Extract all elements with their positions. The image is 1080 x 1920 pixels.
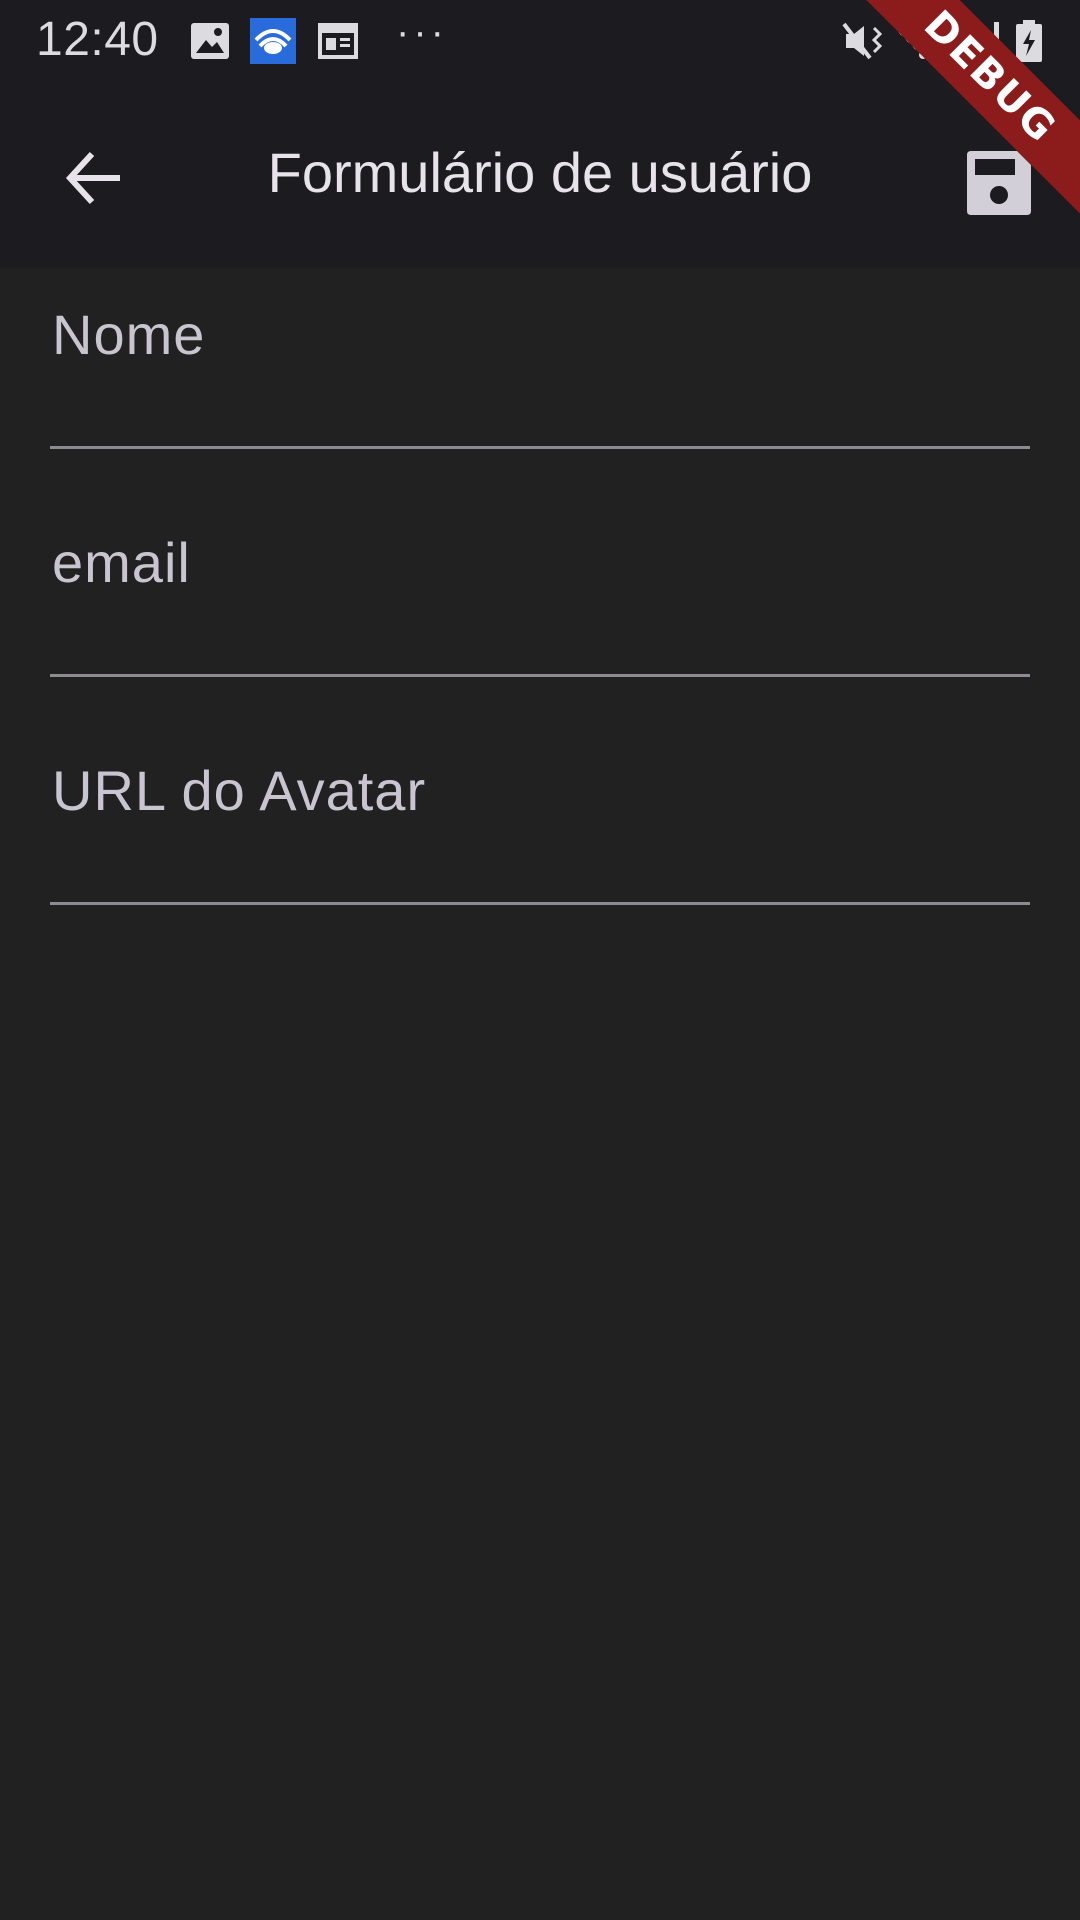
app-icon [250, 18, 296, 64]
user-form: Nome email URL do Avatar [50, 268, 1030, 952]
email-field-label: email [52, 531, 191, 594]
save-icon [967, 151, 1031, 215]
page-title: Formulário de usuário [267, 141, 813, 204]
battery-charging-icon [1016, 20, 1042, 62]
avatar-url-field-underline [50, 902, 1030, 905]
mute-icon [842, 22, 883, 60]
screen: 12:40 ··· DEBUG Formulário de usuário No… [0, 0, 1080, 1920]
name-field[interactable]: Nome [50, 268, 1030, 496]
status-time: 12:40 [36, 13, 159, 66]
more-notifications-indicator: ··· [396, 10, 448, 54]
avatar-url-field[interactable]: URL do Avatar [50, 724, 1030, 952]
email-field-underline [50, 674, 1030, 677]
image-icon [191, 23, 229, 59]
news-icon [318, 23, 358, 59]
name-field-underline [50, 446, 1030, 449]
name-field-label: Nome [52, 303, 206, 366]
avatar-url-field-label: URL do Avatar [52, 759, 427, 822]
email-field[interactable]: email [50, 496, 1030, 724]
app-bar: Formulário de usuário [0, 88, 1080, 268]
